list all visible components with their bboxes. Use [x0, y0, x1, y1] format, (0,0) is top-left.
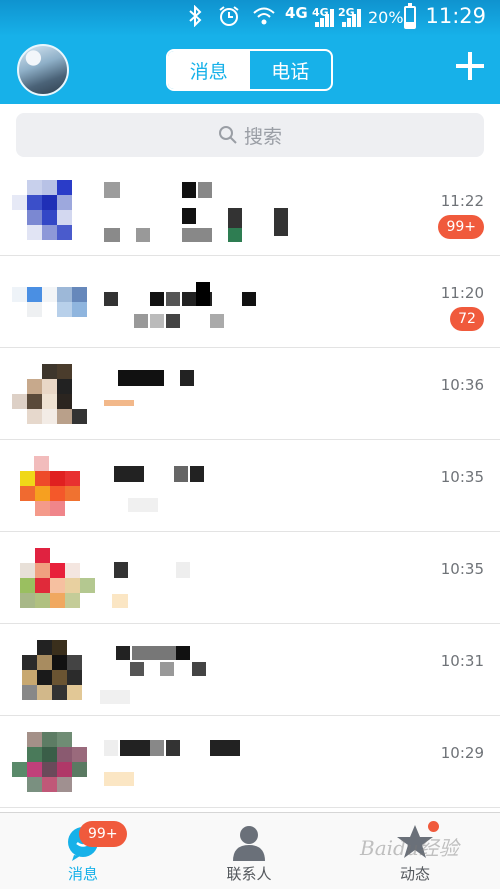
contact-avatar	[12, 548, 95, 612]
conversation-list: 11:22 99+ 11:20 72 10:36 10:35 10:35 10:…	[0, 164, 500, 808]
tab-label: 联系人	[226, 865, 272, 883]
battery-percent: 20%	[368, 8, 404, 27]
conversation-row[interactable]: 10:35	[0, 532, 500, 624]
tab-label: 消息	[67, 865, 98, 883]
message-call-switch: 消息 电话	[166, 49, 333, 91]
wifi-icon	[252, 5, 276, 32]
contact-avatar	[12, 180, 88, 244]
contact-avatar	[12, 272, 88, 336]
message-preview-blurred	[104, 314, 304, 328]
tab-messages-bottom[interactable]: 99+ 消息	[0, 813, 166, 890]
tab-calls[interactable]: 电话	[250, 51, 332, 89]
tab-messages[interactable]: 消息	[168, 51, 250, 89]
alarm-icon	[218, 5, 240, 32]
contact-avatar	[12, 456, 88, 520]
contacts-icon	[233, 826, 265, 861]
header: 消息 电话	[0, 36, 500, 104]
conversation-row[interactable]: 10:35	[0, 440, 500, 532]
search-area: 搜索	[0, 104, 500, 164]
signal-icon	[315, 9, 335, 27]
search-icon	[218, 126, 237, 144]
message-time: 10:29	[440, 744, 484, 762]
conversation-row[interactable]: 11:22 99+	[0, 164, 500, 256]
watermark: Baidu经验	[360, 836, 459, 860]
contact-name-blurred	[104, 370, 324, 386]
tab-contacts[interactable]: 联系人	[166, 813, 332, 890]
contact-name-blurred	[104, 646, 324, 676]
status-bar: 4G 4G 2G 20% 11:29	[0, 0, 500, 36]
battery-icon	[404, 3, 416, 29]
signal-icon-2	[342, 9, 362, 27]
message-time: 11:20	[440, 284, 484, 302]
contact-avatar	[12, 640, 88, 704]
message-preview-blurred	[104, 400, 304, 406]
message-preview-blurred	[104, 498, 304, 512]
message-time: 10:31	[440, 652, 484, 670]
message-time: 11:22	[440, 192, 484, 210]
bluetooth-icon	[188, 4, 202, 32]
conversation-row[interactable]: 10:31	[0, 624, 500, 716]
contact-name-blurred	[104, 740, 324, 756]
contact-name-blurred	[104, 182, 324, 198]
tab-label: 动态	[399, 865, 430, 883]
clock: 11:29	[425, 4, 486, 28]
new-activity-dot	[428, 821, 439, 832]
plus-icon[interactable]	[456, 52, 484, 80]
conversation-row[interactable]: 10:36	[0, 348, 500, 440]
message-time: 10:35	[440, 468, 484, 486]
message-preview-blurred	[100, 690, 304, 704]
search-input[interactable]: 搜索	[16, 113, 484, 157]
message-preview-blurred	[104, 594, 304, 608]
my-avatar[interactable]	[17, 44, 69, 96]
contact-avatar	[12, 364, 88, 428]
message-time: 10:35	[440, 560, 484, 578]
contact-name-blurred	[104, 562, 324, 578]
unread-badge: 99+	[438, 215, 484, 239]
unread-badge: 72	[450, 307, 484, 331]
contact-avatar	[12, 732, 88, 796]
search-placeholder: 搜索	[243, 125, 282, 148]
contact-name-blurred	[104, 282, 324, 306]
message-time: 10:36	[440, 376, 484, 394]
conversation-row[interactable]: 11:20 72	[0, 256, 500, 348]
network-4g-label: 4G	[285, 4, 308, 22]
message-preview-blurred	[104, 208, 304, 242]
message-preview-blurred	[104, 772, 304, 786]
conversation-row[interactable]: 10:29	[0, 716, 500, 808]
tab-unread-badge: 99+	[79, 821, 127, 847]
contact-name-blurred	[104, 466, 324, 482]
